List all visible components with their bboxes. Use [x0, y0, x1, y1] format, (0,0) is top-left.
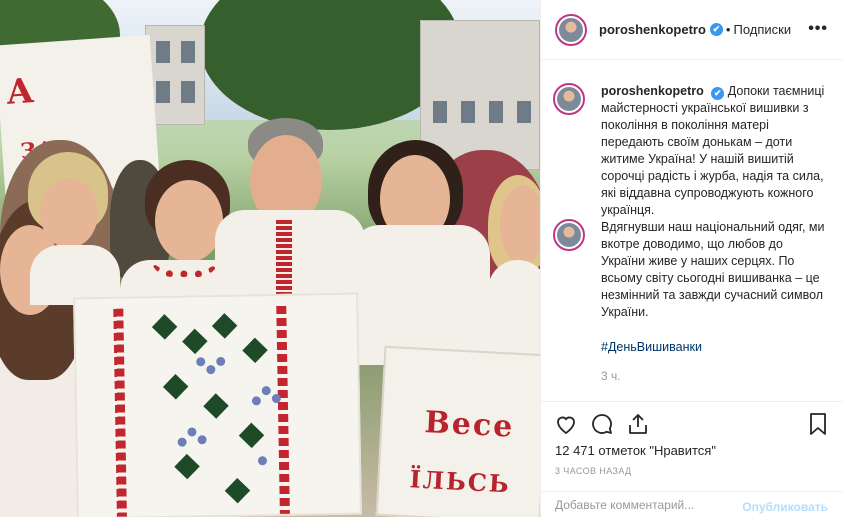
verified-badge-icon: ✔	[709, 23, 723, 36]
post-actions: 12 471 отметок "Нравится" 3 ЧАСОВ НАЗАД	[541, 401, 843, 491]
caption-comment: poroshenkopetro ✔ Допоки таємниці майсте…	[553, 83, 835, 219]
woman-beads-face	[155, 180, 223, 262]
embroidered-towel	[73, 292, 362, 517]
photo-banner-right: Весе ЇЛЬСЬ	[375, 345, 540, 517]
red-beads	[150, 255, 220, 277]
caption-body: poroshenkopetro ✔ Допоки таємниці майсте…	[601, 83, 826, 219]
more-options-icon[interactable]: •••	[808, 20, 828, 38]
comments-section: poroshenkopetro ✔ Допоки таємниці майсте…	[541, 61, 843, 401]
publish-button[interactable]: Опубликовать	[742, 500, 828, 514]
separator-dot: •	[725, 22, 731, 37]
post-timestamp: 3 ЧАСОВ НАЗАД	[555, 466, 632, 476]
post-header: poroshenkopetro ✔ • Подписки •••	[541, 0, 843, 60]
caption-username[interactable]: poroshenkopetro	[601, 84, 704, 98]
header-username[interactable]: poroshenkopetro	[599, 22, 706, 37]
comment-input[interactable]	[555, 498, 735, 512]
post-photo[interactable]: А ЗА Весе Ї	[0, 0, 540, 517]
man-shirt-embroidery	[276, 220, 292, 300]
verified-badge-icon: ✔	[711, 87, 725, 100]
comment-time: 3 ч.	[601, 369, 621, 383]
woman-blonde-face	[40, 178, 98, 248]
reply-text: Вдягнувши наш національний одяг, ми вкот…	[601, 220, 825, 319]
banner-right-text: Весе	[423, 405, 516, 445]
banner-left-letter: А	[4, 71, 36, 113]
share-icon[interactable]	[626, 412, 650, 436]
add-comment-bar: Опубликовать	[541, 491, 843, 517]
likes-count[interactable]: 12 471 отметок "Нравится"	[555, 443, 716, 458]
follow-button[interactable]: Подписки	[733, 22, 791, 37]
hashtag-link[interactable]: #ДеньВишиванки	[601, 340, 702, 354]
banner-right-text: ЇЛЬСЬ	[408, 464, 512, 499]
woman-far-right-face	[500, 185, 540, 265]
woman-right-shirt	[350, 225, 490, 365]
bookmark-icon[interactable]	[808, 412, 828, 436]
reply-comment: Вдягнувши наш національний одяг, ми вкот…	[553, 219, 835, 321]
avatar[interactable]	[553, 219, 585, 251]
comment-icon[interactable]	[590, 412, 614, 436]
caption-text: Допоки таємниці майстерності української…	[601, 84, 825, 217]
heart-icon[interactable]	[554, 412, 578, 436]
avatar[interactable]	[555, 13, 587, 46]
post-side-panel: poroshenkopetro ✔ • Подписки ••• poroshe…	[540, 0, 843, 517]
avatar[interactable]	[553, 83, 585, 115]
